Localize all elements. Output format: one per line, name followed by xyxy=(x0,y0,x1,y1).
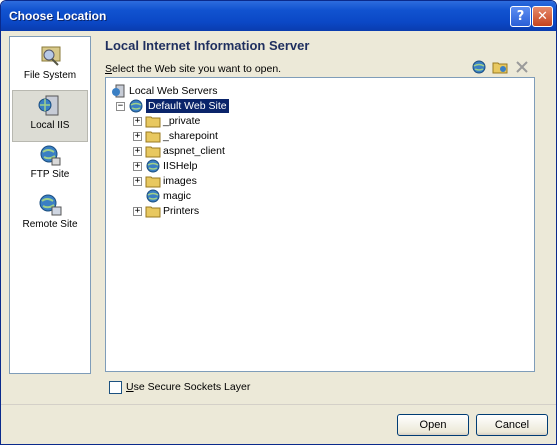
folder-icon xyxy=(145,116,161,128)
tree-node-label: magic xyxy=(163,190,192,202)
window-title: Choose Location xyxy=(9,9,107,23)
footer-divider xyxy=(1,404,556,405)
new-virtual-directory-icon[interactable] xyxy=(492,59,508,75)
remote-globe-icon xyxy=(39,194,62,216)
tree-node-label: _sharepoint xyxy=(163,130,218,142)
folder-icon xyxy=(145,131,161,143)
folder-icon xyxy=(145,176,161,188)
expand-toggle[interactable]: + xyxy=(133,177,142,186)
sidebar-item-label: Local IIS xyxy=(30,120,70,131)
cancel-button[interactable]: Cancel xyxy=(476,414,548,436)
ftp-globe-icon xyxy=(40,145,61,166)
open-button[interactable]: Open xyxy=(397,414,469,436)
tree-node-label: Default Web Site xyxy=(146,99,229,113)
tree-node-label: Local Web Servers xyxy=(129,85,218,97)
globe-icon xyxy=(146,189,160,203)
instruction-access-key: S xyxy=(105,63,113,75)
sidebar-item-remote-site[interactable]: Remote Site xyxy=(12,190,88,242)
instruction-rest: elect the Web site you want to open. xyxy=(112,63,282,75)
title-bar[interactable]: Choose Location ? ✕ xyxy=(1,1,556,31)
collapse-toggle[interactable]: − xyxy=(116,102,125,111)
tree-node-label: _private xyxy=(163,115,201,127)
expand-toggle[interactable]: + xyxy=(133,207,142,216)
sidebar-item-ftp-site[interactable]: FTP Site xyxy=(12,140,88,192)
sidebar-item-label: File System xyxy=(23,70,77,81)
expand-toggle[interactable]: + xyxy=(133,162,142,171)
server-icon xyxy=(112,84,125,98)
tree-node-label: Printers xyxy=(163,205,200,217)
location-sidebar: File System Local IIS FTP Site Remote Si… xyxy=(9,36,91,374)
close-button[interactable]: ✕ xyxy=(532,6,553,27)
ssl-label-rest: se Secure Sockets Layer xyxy=(133,381,251,393)
globe-icon xyxy=(146,159,160,173)
folder-disk-icon xyxy=(41,46,61,66)
tree-node-label: aspnet_client xyxy=(163,145,225,157)
ssl-checkbox-label: Use Secure Sockets Layer xyxy=(126,381,250,393)
sidebar-item-file-system[interactable]: File System xyxy=(12,41,88,93)
sidebar-item-local-iis[interactable]: Local IIS xyxy=(12,90,88,142)
expand-toggle[interactable]: + xyxy=(133,117,142,126)
tree-toolbar xyxy=(471,59,533,77)
tree-node-label: images xyxy=(163,175,197,187)
instruction-text: Select the Web site you want to open. xyxy=(105,63,281,75)
choose-location-dialog: Choose Location ? ✕ File System Local II… xyxy=(0,0,557,445)
server-icon xyxy=(38,95,59,116)
tree-node-label: IISHelp xyxy=(163,160,198,172)
web-site-tree[interactable]: Local Web Servers − Default Web Site + _… xyxy=(105,77,535,372)
web-site-icon xyxy=(129,99,143,113)
sidebar-item-label: FTP Site xyxy=(30,169,70,180)
folder-icon xyxy=(145,206,161,218)
ssl-access-key: U xyxy=(126,381,134,393)
expand-toggle[interactable]: + xyxy=(133,147,142,156)
ssl-checkbox[interactable] xyxy=(109,381,122,394)
new-web-app-icon[interactable] xyxy=(471,59,487,75)
expand-toggle[interactable]: + xyxy=(133,132,142,141)
sidebar-item-label: Remote Site xyxy=(22,219,78,230)
delete-icon[interactable] xyxy=(514,59,530,75)
folder-icon xyxy=(145,146,161,158)
help-button[interactable]: ? xyxy=(510,6,531,27)
page-title: Local Internet Information Server xyxy=(105,38,310,53)
